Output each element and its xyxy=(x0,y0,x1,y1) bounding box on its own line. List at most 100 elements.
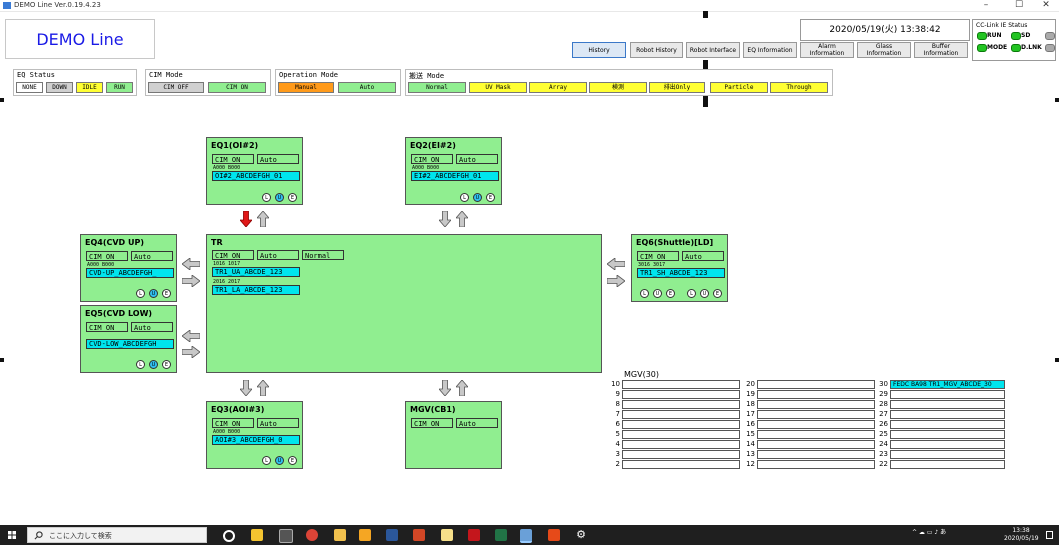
mgv-slot-cell[interactable] xyxy=(890,410,1005,419)
mgv-slot-cell[interactable] xyxy=(890,390,1005,399)
marker-dot-left xyxy=(0,98,4,102)
mgv-slot-cell[interactable] xyxy=(757,420,875,429)
outlook-icon[interactable] xyxy=(359,529,371,541)
run-led-label: RUN xyxy=(987,32,1002,39)
calculator-icon[interactable] xyxy=(279,529,293,543)
glass-information-button[interactable]: Glass Information xyxy=(857,42,911,58)
taskbar-time: 13:38 xyxy=(1012,527,1030,534)
mgv-slot-cell[interactable] xyxy=(890,430,1005,439)
eq3-panel[interactable]: EQ3(AOI#3) CIM ON Auto A000 B000 AOI#3_A… xyxy=(206,401,303,469)
windows-start-icon[interactable] xyxy=(0,525,24,545)
tr-upper-glass-id: TR1_UA_ABCDE_123 xyxy=(212,267,300,277)
eq1-empty-indicator: E xyxy=(288,193,297,202)
mgv-slot-cell[interactable] xyxy=(757,460,875,469)
notification-icon[interactable] xyxy=(1046,531,1053,539)
cim-on: CIM ON xyxy=(208,82,266,93)
mgv-slot-cell[interactable] xyxy=(622,430,740,439)
eq2-mode-field: Auto xyxy=(456,154,498,164)
minimize-button[interactable]: – xyxy=(975,0,997,11)
eq2-in-arrow-icon xyxy=(439,211,451,227)
run-led-icon xyxy=(977,32,987,40)
mgv-slot-number: 28 xyxy=(879,400,888,408)
eq2-panel[interactable]: EQ2(EI#2) CIM ON Auto A000 B000 EI#2_ABC… xyxy=(405,137,502,205)
robot-interface-button[interactable]: Robot Interface xyxy=(686,42,740,58)
mgv-slot-cell[interactable] xyxy=(890,440,1005,449)
mgv-slot-cell[interactable] xyxy=(622,460,740,469)
chrome-icon[interactable] xyxy=(306,529,318,541)
operation-mode-group: Operation Mode Manual Auto xyxy=(275,69,401,96)
eq4-glass-id: CVD-UP_ABCDEFGH_ xyxy=(86,268,174,278)
mgv-slot-cell[interactable] xyxy=(757,390,875,399)
mgv-slot-cell[interactable] xyxy=(622,380,740,389)
mgv-slot-number: 14 xyxy=(746,440,755,448)
mgv-slot-cell[interactable] xyxy=(890,400,1005,409)
led-6-icon xyxy=(1045,44,1055,52)
mgv-slot-cell[interactable] xyxy=(890,420,1005,429)
system-tray: ^ ☁ ▭ ♪ あ xyxy=(912,527,946,536)
acrobat-icon[interactable] xyxy=(468,529,480,541)
eq6-mode-field: Auto xyxy=(682,251,724,261)
eq-information-button[interactable]: EQ Information xyxy=(743,42,797,58)
maximize-button[interactable]: ☐ xyxy=(1008,0,1030,11)
close-button[interactable]: ✕ xyxy=(1035,0,1057,11)
eq3-name: EQ3(AOI#3) xyxy=(211,405,265,414)
mgv-slot-cell[interactable] xyxy=(757,440,875,449)
mgv-slot-cell[interactable] xyxy=(622,400,740,409)
eq1-panel[interactable]: EQ1(OI#2) CIM ON Auto A000 B000 OI#2_ABC… xyxy=(206,137,303,205)
mgv-slot-cell[interactable] xyxy=(622,440,740,449)
eq3-unload-indicator: U xyxy=(275,456,284,465)
eq5-mode-field: Auto xyxy=(131,322,173,332)
mgv-slot-cell[interactable] xyxy=(757,400,875,409)
mgv-slot-number: 5 xyxy=(615,430,620,438)
mode-led-icon xyxy=(977,44,987,52)
tr-name: TR xyxy=(211,238,223,247)
taskbar-clock[interactable]: 13:38 2020/05/19 xyxy=(1004,527,1039,543)
cclink-status-panel: CC-Link IE Status RUN SD MODE D.LNK xyxy=(972,19,1056,61)
powerpoint-icon[interactable] xyxy=(413,529,425,541)
notes-icon[interactable] xyxy=(441,529,453,541)
mgv-slot-cell[interactable] xyxy=(757,410,875,419)
app-icon-2[interactable] xyxy=(548,529,560,541)
eq3-empty-indicator: E xyxy=(288,456,297,465)
history-button[interactable]: History xyxy=(572,42,626,58)
mgv-slot-cell[interactable] xyxy=(890,460,1005,469)
eq5-panel[interactable]: EQ5(CVD LOW) CIM ON Auto CVD-LOW_ABCDEFG… xyxy=(80,305,177,373)
file-explorer-icon[interactable] xyxy=(334,529,346,541)
buffer-information-button[interactable]: Buffer Information xyxy=(914,42,968,58)
mgv-slot-number: 24 xyxy=(879,440,888,448)
demo-line-app-icon[interactable] xyxy=(520,529,532,543)
mgv-slot-number: 20 xyxy=(746,380,755,388)
eq6-glass-id: TR1_SH_ABCDE_123 xyxy=(637,268,725,278)
eq4-mode-field: Auto xyxy=(131,251,173,261)
mgv-slot-number: 29 xyxy=(879,390,888,398)
eq4-panel[interactable]: EQ4(CVD UP) CIM ON Auto A000 B000 CVD-UP… xyxy=(80,234,177,302)
mgv-cb1-panel[interactable]: MGV(CB1) CIM ON Auto xyxy=(405,401,502,469)
word-icon[interactable] xyxy=(386,529,398,541)
window-title: DEMO Line Ver.0.19.4.23 xyxy=(14,1,101,9)
mgv-slot-number: 15 xyxy=(746,430,755,438)
mgv-slot-cell[interactable] xyxy=(622,390,740,399)
robot-history-button[interactable]: Robot History xyxy=(630,42,683,58)
weather-icon[interactable] xyxy=(251,529,263,541)
mgv-slot-cell[interactable] xyxy=(757,380,875,389)
tr-panel[interactable]: TR CIM ON Auto Normal 1016 1017 TR1_UA_A… xyxy=(206,234,602,373)
eq3-glass-id: AOI#3_ABCDEFGH_0 xyxy=(212,435,300,445)
mgv-slot-cell[interactable] xyxy=(757,450,875,459)
excel-icon[interactable] xyxy=(495,529,507,541)
tr-mode-field: Auto xyxy=(257,250,299,260)
eq1-unload-indicator: U xyxy=(275,193,284,202)
mgv-slot-cell[interactable] xyxy=(622,420,740,429)
mgv-slot-number: 4 xyxy=(615,440,620,448)
taskbar-search-box[interactable]: ここに入力して検索 xyxy=(27,527,207,543)
mgv-slot-cell[interactable] xyxy=(622,450,740,459)
mgv-slot-cell[interactable] xyxy=(622,410,740,419)
settings-gear-icon[interactable]: ⚙ xyxy=(575,529,587,541)
eq6-panel[interactable]: EQ6(Shuttle)[LD] CIM ON Auto 3016 3017 T… xyxy=(631,234,728,302)
mgv-slot-cell[interactable] xyxy=(890,450,1005,459)
tray-icons: ^ ☁ ▭ ♪ あ xyxy=(912,529,947,536)
task-view-icon[interactable] xyxy=(223,530,235,542)
mgv-slot-cell[interactable]: FEDC BA98 TR1_MGV_ABCDE_30 xyxy=(890,380,1005,389)
mgv-slot-cell[interactable] xyxy=(757,430,875,439)
eq1-out-arrow-icon xyxy=(257,211,269,227)
alarm-information-button[interactable]: Alarm Information xyxy=(800,42,854,58)
